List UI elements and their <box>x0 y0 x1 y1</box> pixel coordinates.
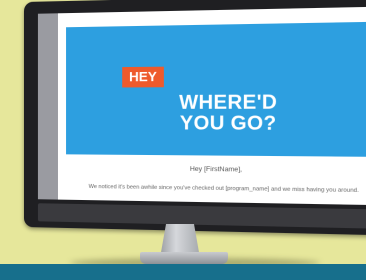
hey-badge: HEY <box>122 66 164 88</box>
email-preview: HEY WHERE'D YOU GO? Hey [FirstName], We … <box>57 6 366 206</box>
headline-line-1: WHERE'D <box>179 91 278 114</box>
monitor: HEY WHERE'D YOU GO? Hey [FirstName], We … <box>24 0 366 236</box>
email-hero-banner: HEY WHERE'D YOU GO? <box>66 21 366 157</box>
monitor-screen: HEY WHERE'D YOU GO? Hey [FirstName], We … <box>37 6 366 206</box>
monitor-stand-base <box>140 252 228 264</box>
bottom-band <box>0 264 366 280</box>
headline-line-2: YOU GO? <box>179 112 277 136</box>
email-greeting: Hey [FirstName], <box>189 165 243 174</box>
email-body-text: We noticed it's been awhile since you've… <box>88 183 359 195</box>
email-headline: WHERE'D YOU GO? <box>164 91 293 136</box>
monitor-chin <box>37 203 366 230</box>
